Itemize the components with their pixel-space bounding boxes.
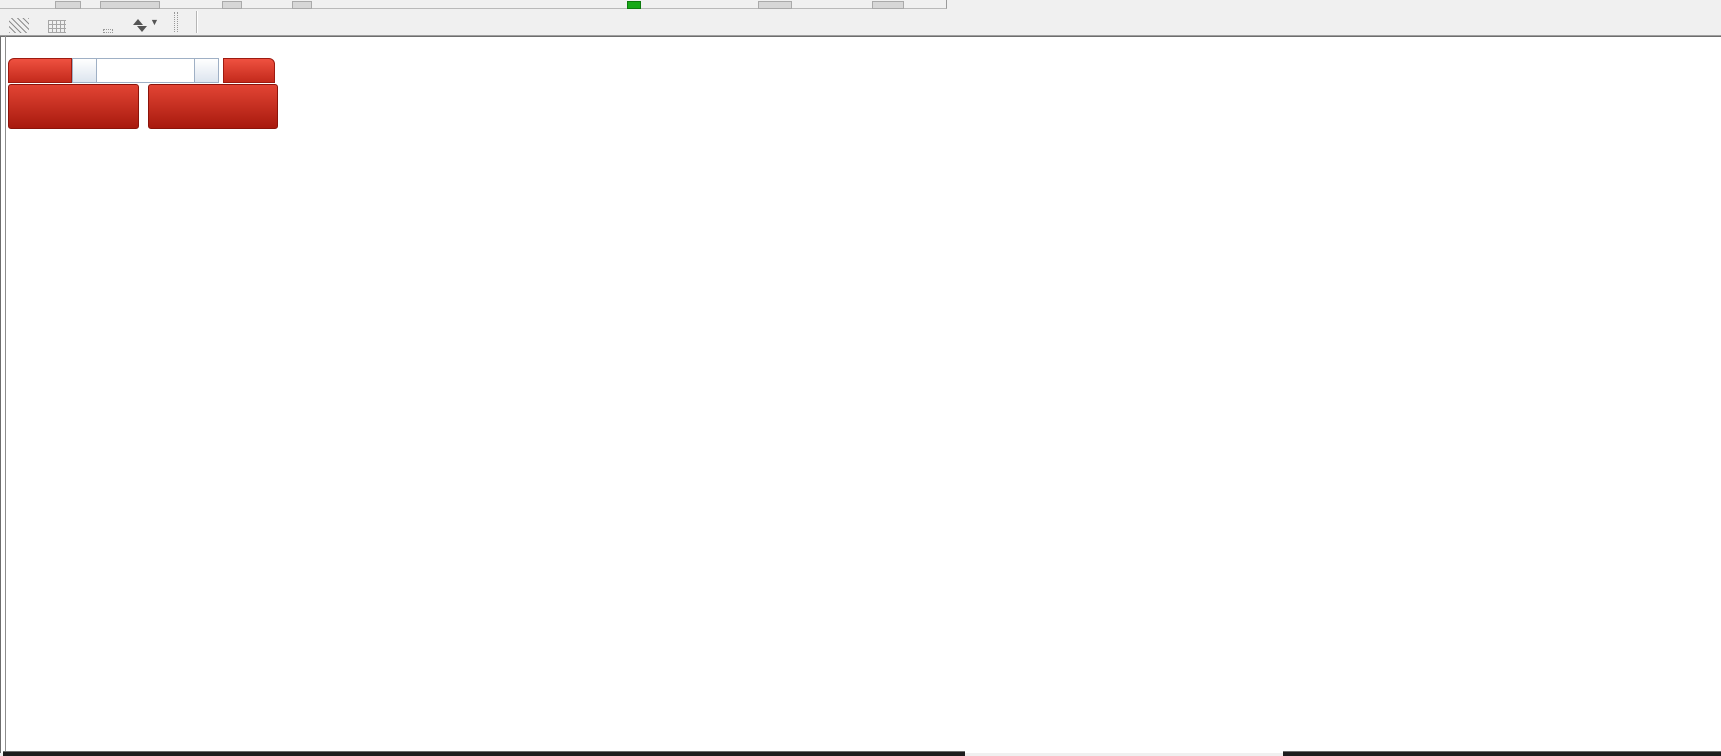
mt4-terminal: ▼ xyxy=(0,0,1721,756)
chart-title xyxy=(12,41,23,55)
lower-window-sliver xyxy=(3,751,965,756)
volume-step-up-button[interactable] xyxy=(194,58,219,83)
volume-step-down-button[interactable] xyxy=(72,58,97,83)
lower-window-sliver xyxy=(1283,751,1721,756)
buy-button[interactable] xyxy=(223,58,275,83)
one-click-trading-widget xyxy=(8,58,278,129)
bid-price-panel[interactable] xyxy=(8,84,139,129)
ask-price-panel[interactable] xyxy=(148,84,279,129)
volume-input[interactable] xyxy=(97,58,194,83)
sell-button[interactable] xyxy=(8,58,72,83)
